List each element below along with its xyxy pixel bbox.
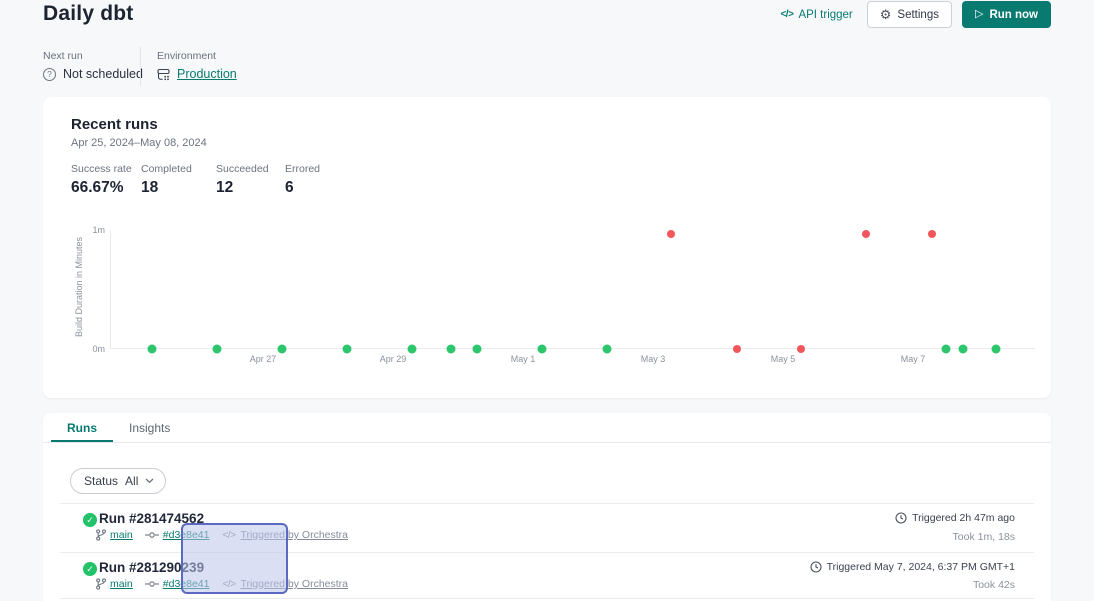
- header-actions: </> API trigger ⚙ Settings ▷ Run now: [780, 1, 1051, 28]
- question-circle-icon: ?: [43, 68, 56, 81]
- run-data-point-succeeded[interactable]: [959, 345, 968, 354]
- run-data-point-succeeded[interactable]: [992, 345, 1001, 354]
- build-duration-chart: Build Duration in Minutes Apr 27 Apr 29 Ma…: [43, 97, 1051, 398]
- run-data-point-succeeded[interactable]: [212, 345, 221, 354]
- environment-value: Production: [157, 67, 237, 81]
- x-axis-tick: May 5: [771, 354, 796, 364]
- page-title: Daily dbt: [43, 2, 133, 26]
- y-axis-tick: 1m: [65, 225, 105, 235]
- run-data-point-succeeded[interactable]: [537, 345, 546, 354]
- x-axis-tick: May 7: [901, 354, 926, 364]
- status-filter[interactable]: Status All: [70, 468, 166, 494]
- chevron-down-icon: [145, 478, 154, 484]
- run-data-point-succeeded[interactable]: [446, 345, 455, 354]
- settings-label: Settings: [897, 9, 939, 21]
- clock-icon: [810, 561, 822, 573]
- environment-link[interactable]: Production: [177, 67, 237, 81]
- chart-y-axis: [110, 230, 111, 349]
- runs-card: Runs Insights Status All ✓ Run #28147456…: [43, 413, 1051, 601]
- run-duration: Took 42s: [973, 579, 1015, 591]
- y-axis-tick: 0m: [65, 344, 105, 354]
- tabs-row: Runs Insights: [43, 413, 1051, 443]
- x-axis-tick: May 3: [641, 354, 666, 364]
- x-axis-tick: May 1: [511, 354, 536, 364]
- row-divider: [60, 598, 1034, 599]
- next-run-value: ? Not scheduled: [43, 67, 143, 81]
- run-status-success-icon: ✓: [83, 513, 97, 527]
- settings-button[interactable]: ⚙ Settings: [867, 1, 952, 28]
- status-filter-label: Status: [84, 474, 118, 488]
- run-data-point-errored[interactable]: [667, 230, 675, 238]
- chart-y-axis-label: Build Duration in Minutes: [74, 217, 84, 357]
- run-data-point-errored[interactable]: [733, 345, 741, 353]
- api-trigger-label: API trigger: [798, 9, 852, 21]
- git-branch-icon: [96, 578, 106, 590]
- run-status-success-icon: ✓: [83, 562, 97, 576]
- status-filter-value: All: [125, 474, 138, 488]
- run-now-label: Run now: [989, 9, 1038, 21]
- code-icon: </>: [780, 9, 793, 20]
- run-duration: Took 1m, 18s: [953, 531, 1015, 543]
- run-data-point-succeeded[interactable]: [602, 345, 611, 354]
- run-triggered-time: Triggered May 7, 2024, 6:37 PM GMT+1: [810, 561, 1015, 573]
- recent-runs-card: Recent runs Apr 25, 2024–May 08, 2024 Su…: [43, 97, 1051, 398]
- run-data-point-errored[interactable]: [928, 230, 936, 238]
- run-data-point-succeeded[interactable]: [342, 345, 351, 354]
- run-now-button[interactable]: ▷ Run now: [962, 1, 1051, 28]
- gear-icon: ⚙: [880, 8, 892, 21]
- meta-divider: [140, 47, 141, 86]
- commit-icon: [145, 531, 159, 539]
- next-run-label: Next run: [43, 50, 83, 62]
- next-run-text: Not scheduled: [63, 67, 143, 81]
- run-data-point-succeeded[interactable]: [407, 345, 416, 354]
- git-branch-icon: [96, 529, 106, 541]
- environment-label: Environment: [157, 50, 216, 62]
- trigger-highlight-overlay: [181, 523, 288, 594]
- chart-x-axis: [110, 348, 1035, 349]
- tab-insights[interactable]: Insights: [113, 413, 186, 442]
- row-divider: [60, 503, 1034, 504]
- x-axis-tick: Apr 27: [250, 354, 277, 364]
- run-triggered-time: Triggered 2h 47m ago: [895, 512, 1015, 524]
- run-data-point-succeeded[interactable]: [147, 345, 156, 354]
- branch-link[interactable]: main: [110, 578, 133, 590]
- environment-icon: [157, 68, 170, 81]
- run-data-point-errored[interactable]: [797, 345, 805, 353]
- tab-runs[interactable]: Runs: [51, 413, 113, 442]
- run-data-point-errored[interactable]: [862, 230, 870, 238]
- run-data-point-succeeded[interactable]: [472, 345, 481, 354]
- commit-icon: [145, 580, 159, 588]
- branch-link[interactable]: main: [110, 529, 133, 541]
- clock-icon: [895, 512, 907, 524]
- run-data-point-succeeded[interactable]: [277, 345, 286, 354]
- play-icon: ▷: [975, 9, 983, 20]
- api-trigger-link[interactable]: </> API trigger: [780, 9, 852, 21]
- x-axis-tick: Apr 29: [380, 354, 407, 364]
- run-data-point-succeeded[interactable]: [942, 345, 951, 354]
